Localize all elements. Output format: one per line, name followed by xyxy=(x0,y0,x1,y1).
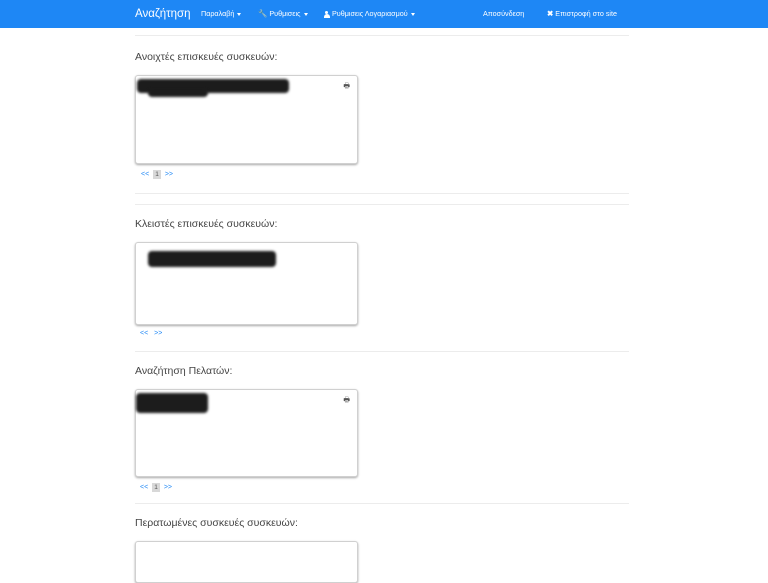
print-icon[interactable]: 🖶 xyxy=(343,396,350,407)
nav-item-logout[interactable]: Αποσύνδεση xyxy=(483,0,524,28)
user-icon xyxy=(323,10,330,18)
nav-item-receive[interactable]: Παραλαβή xyxy=(201,0,242,28)
pagination-next-link[interactable]: >> xyxy=(163,171,175,178)
wrench-icon: 🔧 xyxy=(258,9,268,19)
divider xyxy=(135,503,629,504)
divider xyxy=(135,193,629,194)
pagination-next-link[interactable]: >> xyxy=(162,484,174,491)
nav-item-label: Παραλαβή xyxy=(201,9,235,18)
caret-down-icon xyxy=(410,12,415,16)
divider xyxy=(135,35,629,36)
pagination-prev-link[interactable]: << xyxy=(138,330,150,337)
nav-item-back-to-site[interactable]: ✖ Επιστροφή στο site xyxy=(547,0,617,28)
pagination-prev-link[interactable]: << xyxy=(139,171,151,178)
pagination: << 1 >> xyxy=(139,170,175,179)
redacted-content xyxy=(148,89,208,97)
redacted-content xyxy=(136,393,208,413)
nav-item-label: Αποσύνδεση xyxy=(483,9,525,18)
nav-item-label: Επιστροφή στο site xyxy=(555,9,618,18)
close-icon: ✖ xyxy=(547,9,554,19)
section-title-closed-repairs: Κλειστές επισκευές συσκευών: xyxy=(135,218,278,230)
caret-down-icon xyxy=(237,12,242,16)
redacted-content xyxy=(148,251,276,267)
nav-item-label: Ρυθμισεις xyxy=(269,9,301,18)
pagination-page-button[interactable]: 1 xyxy=(152,483,160,492)
caret-down-icon xyxy=(303,12,308,16)
nav-item-settings[interactable]: 🔧 Ρυθμισεις xyxy=(258,0,308,28)
pagination-prev-link[interactable]: << xyxy=(138,484,150,491)
pagination: << 1 >> xyxy=(138,483,174,492)
nav-item-account-settings[interactable]: Ρυθμισεις Λογαριασμού xyxy=(323,0,415,28)
print-icon[interactable]: 🖶 xyxy=(343,82,350,93)
closed-repairs-panel xyxy=(135,242,358,325)
pagination-next-link[interactable]: >> xyxy=(152,330,164,337)
divider xyxy=(135,204,629,205)
section-title-customer-search: Αναζήτηση Πελατών: xyxy=(135,365,233,377)
nav-item-label: Ρυθμισεις Λογαριασμού xyxy=(332,9,408,18)
divider xyxy=(135,351,629,352)
section-title-completed-repairs: Περατωμένες συσκευές συσκευών: xyxy=(135,517,298,529)
section-title-open-repairs: Ανοιχτές επισκευές συσκευών: xyxy=(135,51,278,63)
completed-repairs-panel xyxy=(135,541,358,583)
pagination-page-button[interactable]: 1 xyxy=(153,170,161,179)
customer-search-panel: 🖶 xyxy=(135,389,358,477)
top-navbar: Αναζήτηση Παραλαβή 🔧 Ρυθμισεις Ρυθμισεις … xyxy=(0,0,768,28)
open-repairs-panel: 🖶 xyxy=(135,75,358,164)
navbar-brand[interactable]: Αναζήτηση xyxy=(135,0,191,28)
pagination: << >> xyxy=(138,330,164,337)
